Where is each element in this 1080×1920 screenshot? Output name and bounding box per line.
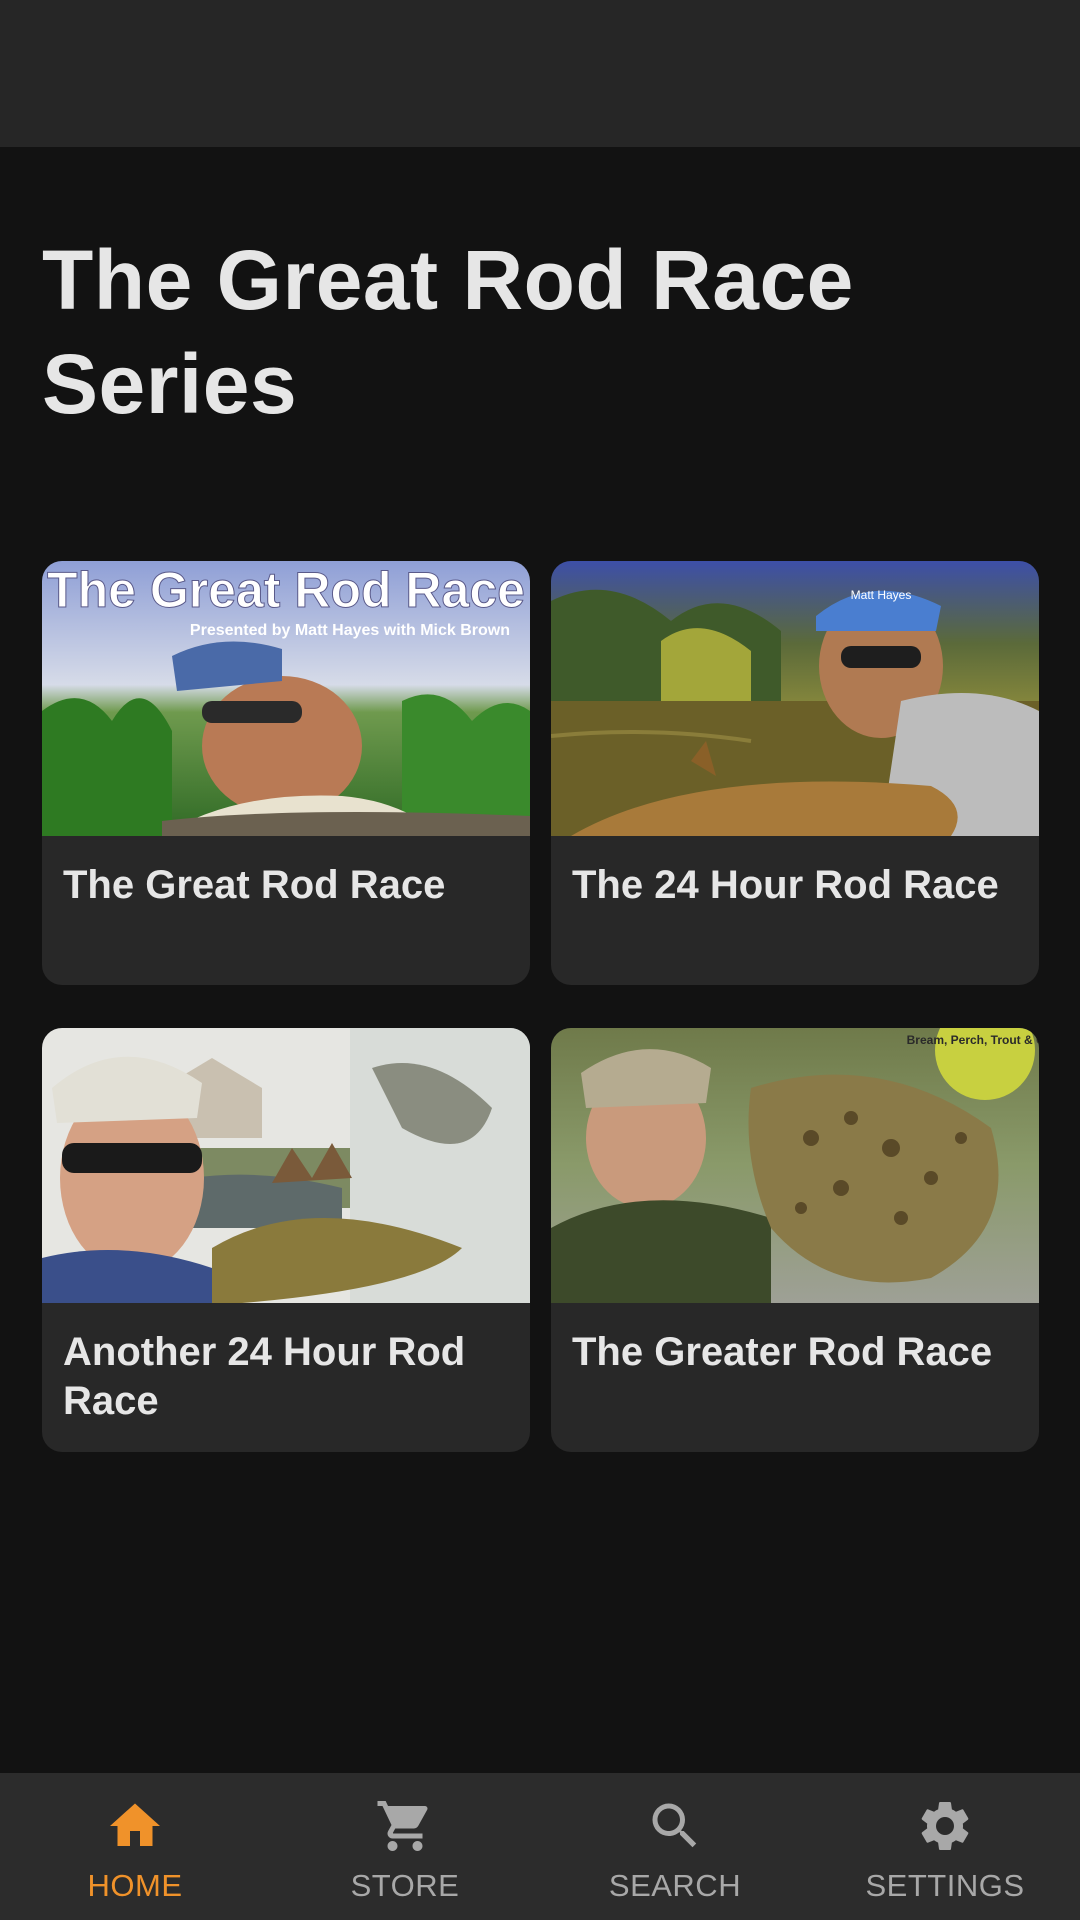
episode-thumbnail: Matt Hayes — [551, 561, 1039, 836]
bottom-navigation: HOME STORE SEARCH SETTINGS — [0, 1773, 1080, 1920]
episode-card-24-hour-rod-race[interactable]: Matt Hayes The 24 Hour Rod Race — [551, 561, 1039, 985]
nav-settings-label: SETTINGS — [865, 1868, 1025, 1903]
cover-subtitle: Presented by Matt Hayes with Mick Brown — [190, 622, 510, 639]
nav-store-label: STORE — [350, 1868, 460, 1903]
cover-badge: Bream, Perch, Trout & Carp — [907, 1033, 1039, 1047]
episode-title: The 24 Hour Rod Race — [572, 863, 999, 907]
nav-home-label: HOME — [87, 1868, 183, 1903]
search-icon — [652, 1803, 697, 1848]
home-icon — [110, 1803, 160, 1846]
nav-store[interactable]: STORE — [270, 1773, 540, 1920]
nav-search[interactable]: SEARCH — [540, 1773, 810, 1920]
episode-thumbnail: The Great Rod Race Presented by Matt Hay… — [42, 561, 530, 836]
episode-thumbnail — [42, 1028, 530, 1303]
cover-title: The Great Rod Race — [47, 562, 525, 618]
episode-title: Another 24 Hour Rod Race — [63, 1330, 466, 1423]
gear-icon — [921, 1801, 969, 1850]
cart-icon — [377, 1801, 428, 1851]
nav-search-label: SEARCH — [608, 1868, 742, 1903]
episode-card-greater-rod-race[interactable]: Bream, Perch, Trout & Carp The Greater R… — [551, 1028, 1039, 1452]
nav-home[interactable]: HOME — [0, 1773, 270, 1920]
page-title: The Great Rod Race Series — [42, 233, 854, 431]
episode-card-great-rod-race[interactable]: The Great Rod Race Presented by Matt Hay… — [42, 561, 530, 985]
app-bar — [0, 0, 1080, 147]
episode-thumbnail: Bream, Perch, Trout & Carp — [551, 1028, 1039, 1303]
nav-settings[interactable]: SETTINGS — [810, 1773, 1080, 1920]
episode-card-another-24-hour-rod-race[interactable]: Another 24 Hour Rod Race — [42, 1028, 530, 1452]
episode-title: The Greater Rod Race — [572, 1330, 993, 1374]
cap-text: Matt Hayes — [851, 588, 912, 602]
episode-title: The Great Rod Race — [63, 863, 446, 907]
